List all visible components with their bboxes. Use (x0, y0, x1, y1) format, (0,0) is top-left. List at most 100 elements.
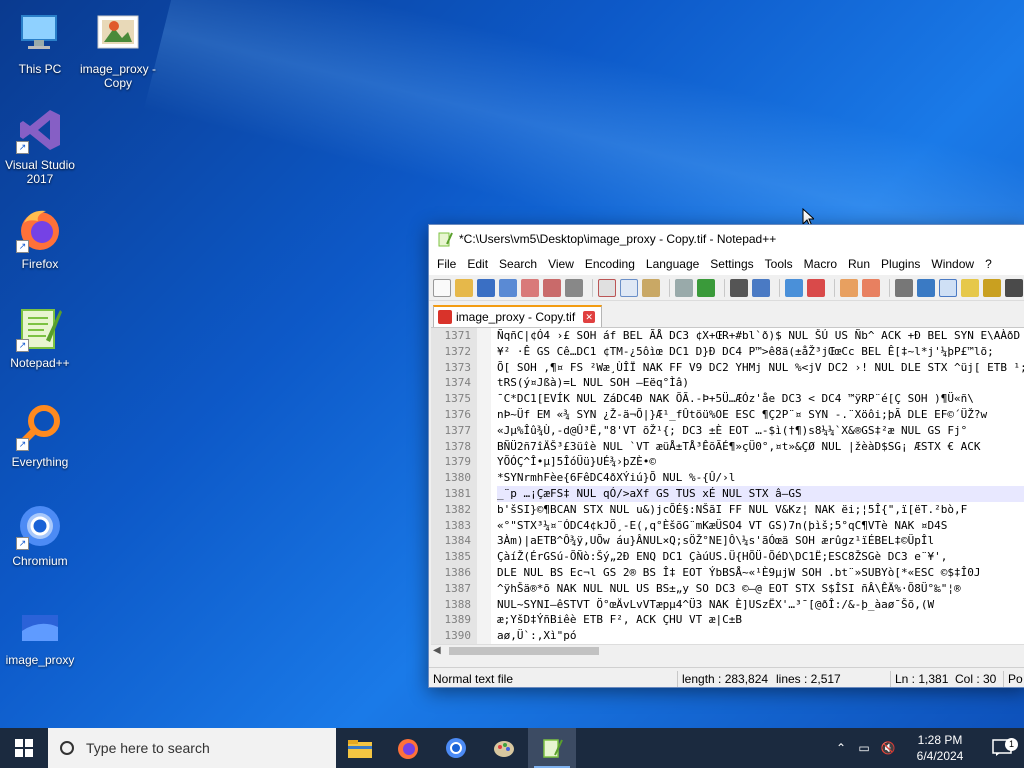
zoom-out-icon[interactable] (807, 278, 825, 297)
menu-view[interactable]: View (544, 257, 581, 271)
save-icon[interactable] (477, 278, 495, 297)
indent-guide-icon[interactable] (939, 278, 957, 297)
desktop-icon-everything[interactable]: ↗ Everything (0, 403, 80, 469)
action-center-button[interactable]: 1 (980, 738, 1024, 757)
cut-icon[interactable] (598, 278, 616, 297)
editor-line[interactable]: BÑÜ2ñ7îÄŠ³£3üîè NUL `VT æüÅ±TÅ³ÊõÃÉ¶»çÜ0… (497, 439, 1024, 455)
toolbar (429, 275, 1024, 301)
desktop-icon-image-proxy[interactable]: image_proxy (0, 601, 80, 667)
desktop-icon-label: Firefox (21, 257, 59, 271)
editor-line[interactable]: ^ÿhŠä®*õ NAK NUL NUL US BS±„y SO DC3 ©–@… (497, 581, 1024, 597)
save-all-icon[interactable] (499, 278, 517, 297)
sync-vertical-icon[interactable] (840, 278, 858, 297)
menu-help[interactable]: ? (981, 257, 999, 271)
close-all-icon[interactable] (543, 278, 561, 297)
open-file-icon[interactable] (455, 278, 473, 297)
status-position: Po (1008, 671, 1023, 686)
line-number: 1377 (444, 423, 472, 437)
scrollbar-thumb[interactable] (449, 647, 599, 655)
taskbar-chromium[interactable] (432, 728, 480, 768)
editor-line[interactable]: YÕÓÇ^Î•µ]5ÎóÜü}UÉ¾›þZÈ•© (497, 454, 1024, 470)
close-file-icon[interactable] (521, 278, 539, 297)
print-icon[interactable] (565, 278, 583, 297)
sync-horizontal-icon[interactable] (862, 278, 880, 297)
find-icon[interactable] (730, 278, 748, 297)
editor-line[interactable]: nÞ~Üf EM «¾ SYN ¿Ž-ä¬Õ|}Æ¹_fÛtöü%OE ESC … (497, 407, 1024, 423)
editor-line[interactable]: NUL~SYNI–êSTVT Ö°œÄvLvVTæpµ4^Ü3 NAK È]US… (497, 597, 1024, 613)
function-list-icon[interactable] (983, 278, 1001, 297)
editor-line[interactable]: ¥² ·Ê GS Cê…DC1 ¢TM-¿5ôìœ DC1 D}Ð DC4 P™… (497, 344, 1024, 360)
line-number: 1385 (444, 550, 472, 564)
editor-line[interactable]: *SYNrmhFèe{6FêDC4ðXÝiú}Õ NUL %-{Û/›l (497, 470, 1024, 486)
paste-icon[interactable] (642, 278, 660, 297)
menu-search[interactable]: Search (495, 257, 544, 271)
taskbar-notepadpp[interactable] (528, 728, 576, 768)
menu-macro[interactable]: Macro (800, 257, 844, 271)
text-editor[interactable]: 1371 1372 1373 1374 1375 1376 1377 1378 1379 1380… (431, 327, 1024, 655)
editor-line[interactable]: DLE NUL BS Ec¬l GS 2® BS Î‡ EOT ÝbBSÅ~«¹… (497, 565, 1024, 581)
desktop-icon-notepadpp[interactable]: ↗ Notepad++ (0, 304, 80, 370)
menu-run[interactable]: Run (844, 257, 877, 271)
folder-as-workspace-icon[interactable] (1005, 278, 1023, 297)
menu-settings[interactable]: Settings (706, 257, 760, 271)
menu-plugins[interactable]: Plugins (877, 257, 927, 271)
menu-window[interactable]: Window (927, 257, 981, 271)
show-all-characters-icon[interactable] (917, 278, 935, 297)
editor-line[interactable]: b'šSI}©¶BCAN STX NUL u&)jcÕÉ§:NŠãI FF NU… (497, 502, 1024, 518)
taskbar-paint[interactable] (480, 728, 528, 768)
editor-line[interactable]: tRS(ý¤Jßà)=L NUL SOH –Eëq°Ìâ) (497, 375, 1024, 391)
menu-language[interactable]: Language (642, 257, 706, 271)
editor-line[interactable]: «Jµ%Îû¾Ù,-d@Û³Ë,"8'VT õŽ¹{; DC3 ±È EOT …… (497, 423, 1024, 439)
desktop-icon-label: Notepad++ (10, 356, 70, 370)
editor-line[interactable]: ÇàíŽ(ÉrGSú-ÕÑò:Šý„2Ð ENQ DC1 ÇàúUS.Ü{HÕÜ… (497, 549, 1024, 565)
editor-content[interactable]: ÑqñC|¢Ó4 ›£ SOH áf BEL ÃÅ DC3 ¢X+ŒR+#bl`… (497, 328, 1024, 644)
system-tray: ⌃ ▭ 🔇 1:28 PM 6/4/2024 1 (830, 728, 1024, 768)
close-tab-icon[interactable]: ✕ (583, 311, 596, 323)
desktop-icon-visual-studio[interactable]: ↗ Visual Studio 2017 (0, 106, 80, 186)
horizontal-scrollbar[interactable]: ◀ (431, 644, 1024, 655)
doc-map-icon[interactable] (961, 278, 979, 297)
start-button[interactable] (0, 728, 48, 768)
editor-line[interactable]: aø,Ü`:,Xì"pó (497, 628, 1024, 644)
taskbar-file-explorer[interactable] (336, 728, 384, 768)
tab-image-proxy-copy[interactable]: image_proxy - Copy.tif ✕ (433, 305, 603, 327)
status-length: length : 283,824 (682, 671, 769, 686)
volume-muted-icon[interactable]: 🔇 (876, 741, 900, 755)
menu-tools[interactable]: Tools (761, 257, 800, 271)
desktop-icon-image-proxy-copy[interactable]: image_proxy - Copy (78, 10, 158, 90)
new-file-icon[interactable] (433, 278, 451, 297)
editor-line[interactable]: 3Àm)|aETB^Ô¾ÿ,UÕw áu}ÂNUL×Q;sÖŽ°NE]Ô\¼s'… (497, 533, 1024, 549)
desktop-icon-this-pc[interactable]: This PC (0, 10, 80, 76)
menu-edit[interactable]: Edit (463, 257, 495, 271)
zoom-in-icon[interactable] (785, 278, 803, 297)
chevron-up-icon[interactable]: ⌃ (830, 741, 852, 755)
redo-icon[interactable] (697, 278, 715, 297)
copy-icon[interactable] (620, 278, 638, 297)
taskbar-firefox[interactable] (384, 728, 432, 768)
editor-line[interactable]: ÑqñC|¢Ó4 ›£ SOH áf BEL ÃÅ DC3 ¢X+ŒR+#bl`… (497, 328, 1024, 344)
notification-count-badge: 1 (1005, 738, 1018, 751)
word-wrap-icon[interactable] (895, 278, 913, 297)
editor-line[interactable]: æ;YšD‡ÝñBiêè ETB F², ACK ÇHU VT æ|C±B (497, 612, 1024, 628)
firefox-icon (398, 739, 418, 759)
editor-line[interactable]: «°"STX³¼¤¨ÓDC4¢kJÖ¸-E(,q°ÈšõG¨mKæÜSO4 VT… (497, 518, 1024, 534)
tab-bar: image_proxy - Copy.tif ✕ (429, 301, 1024, 327)
taskbar-clock[interactable]: 1:28 PM 6/4/2024 (900, 732, 980, 764)
desktop-icon-firefox[interactable]: ↗ Firefox (0, 205, 80, 271)
window-titlebar[interactable]: *C:\Users\vm5\Desktop\image_proxy - Copy… (429, 225, 1024, 253)
editor-line[interactable]: ¯C*DC1[EVÍK NUL ZáDC4Ð NAK ÕÃ.-Þ+5Ü…ÆÓz'… (497, 391, 1024, 407)
undo-icon[interactable] (675, 278, 693, 297)
menu-file[interactable]: File (433, 257, 463, 271)
network-icon[interactable]: ▭ (852, 741, 876, 755)
editor-line[interactable]: _¨p …¡ÇæFS‡ NUL qÓ/>aXf GS TUS xÉ NUL ST… (497, 485, 1024, 502)
scroll-left-icon[interactable]: ◀ (433, 645, 441, 655)
editor-line[interactable]: Õ[ SOH ,¶¤ FS ²Wæ¸ÙÎÏ NAK FF V9 DC2 YHMj… (497, 360, 1024, 376)
desktop-icon-label: This PC (18, 62, 62, 76)
notepadpp-icon: ↗ (16, 304, 64, 352)
unsaved-file-icon (438, 310, 452, 324)
replace-icon[interactable] (752, 278, 770, 297)
menu-encoding[interactable]: Encoding (581, 257, 642, 271)
toolbar-separator (724, 278, 725, 297)
taskbar-search-box[interactable]: Type here to search (48, 728, 336, 768)
desktop-icon-chromium[interactable]: ↗ Chromium (0, 502, 80, 568)
